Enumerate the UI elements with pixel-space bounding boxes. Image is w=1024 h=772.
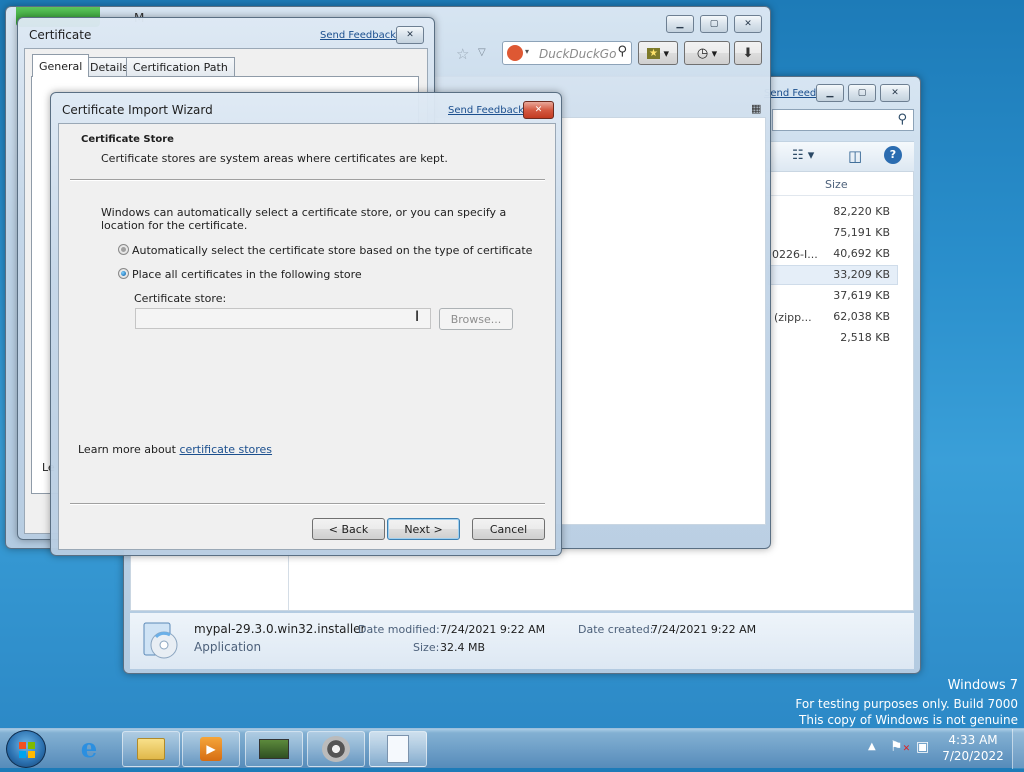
tab-general[interactable]: General [32,54,90,77]
taskbar-media-player[interactable]: ▶ [182,731,240,767]
details-type: Application [194,640,262,654]
text-cursor-icon: I [415,309,420,325]
preview-pane-icon[interactable]: ◫ [848,147,862,165]
file-size-cell: 62,038 KB [833,310,890,323]
taskbar-ie[interactable]: e [60,731,118,767]
learn-more-text: Learn more about certificate stores [78,443,272,456]
auto-select-store-radio[interactable] [118,244,129,255]
wizard-close-button[interactable]: ✕ [523,101,554,119]
search-icon: ⚲ [897,112,907,127]
back-button[interactable]: < Back [312,518,385,540]
details-size-label: Size: [413,641,440,654]
taskbar-certificate[interactable] [369,731,427,767]
learn-more-prefix: Learn more about [78,443,180,456]
taskbar-network-app[interactable] [245,731,303,767]
start-button[interactable] [6,730,46,768]
explorer-minimize-button[interactable]: ▁ [816,84,844,102]
raccoon-icon [322,736,350,762]
wizard-client: Certificate Store Certificate stores are… [58,123,556,550]
history-clock-icon: ◷ [696,45,709,61]
wizard-title: Certificate Import Wizard [62,103,213,117]
network-icon[interactable]: ▣ [916,739,929,755]
media-player-icon: ▶ [200,737,222,761]
footer-divider [70,503,545,505]
watermark-line-1: Windows 7 [947,678,1018,693]
internet-explorer-icon: e [80,734,98,764]
explorer-search-box[interactable]: ⚲ [772,109,914,131]
certificate-close-button[interactable]: ✕ [396,26,424,44]
search-engine-box[interactable]: ▾ DuckDuckGo ⚲ [502,41,632,65]
details-size-value: 32.4 MB [440,641,486,654]
browser-maximize-button[interactable]: ▢ [700,15,728,33]
file-size-cell: 40,692 KB [833,247,890,260]
file-size-cell: 2,518 KB [840,331,890,344]
details-modified-value: 7/24/2021 9:22 AM [440,623,546,636]
folder-icon [137,738,165,760]
wizard-heading: Certificate Store [81,134,174,145]
download-arrow-icon: ⬇ [742,45,754,61]
search-engine-dropdown-icon: ▾ [525,47,530,56]
views-icon[interactable]: ☷ ▾ [792,148,814,163]
action-center-flag-icon[interactable]: ⚑✕ [890,739,910,755]
help-icon[interactable]: ? [884,146,902,164]
details-created-label: Date created: [578,623,654,636]
partial-filename: (zipp... [774,311,812,324]
import-wizard-dialog: Certificate Import Wizard Send Feedback … [50,92,562,556]
header-divider [70,179,545,181]
tab-certification-path[interactable]: Certification Path [126,57,235,77]
next-button[interactable]: Next > [387,518,460,540]
certificate-stores-link[interactable]: certificate stores [179,443,272,456]
installer-icon [138,617,182,661]
show-hidden-icons-icon[interactable]: ▲ [868,741,876,752]
url-dropdown-icon[interactable]: ▽ [478,47,486,58]
explorer-maximize-button[interactable]: ▢ [848,84,876,102]
windows-logo-icon [19,742,35,758]
monitor-icon [259,739,289,759]
auto-select-store-label[interactable]: Automatically select the certificate sto… [132,244,532,257]
place-in-store-radio[interactable] [118,268,129,279]
file-size-cell: 37,619 KB [833,289,890,302]
explorer-details-pane: mypal-29.3.0.win32.installer Application… [130,613,914,669]
wizard-subheading: Certificate stores are system areas wher… [101,152,448,165]
document-icon [387,735,409,763]
watermark-line-2: For testing purposes only. Build 7000 [795,697,1018,711]
file-size-cell: 33,209 KB [833,268,890,281]
details-modified-label: Date modified: [358,623,440,636]
partial-filename: 0226-I... [772,248,818,261]
clock-time: 4:33 AM [948,733,998,747]
cancel-button[interactable]: Cancel [472,518,545,540]
explorer-close-button[interactable]: ✕ [880,84,910,102]
place-in-store-label[interactable]: Place all certificates in the following … [132,268,362,281]
browse-button[interactable]: Browse... [439,308,513,330]
certificate-send-feedback-link[interactable]: Send Feedback [320,30,396,41]
tab-overflow-icon[interactable]: ▦ [751,102,761,115]
bookmark-star-icon[interactable]: ☆ [456,45,469,63]
size-column-header[interactable]: Size [825,178,848,191]
watermark-line-3: This copy of Windows is not genuine [799,713,1018,727]
search-engine-placeholder: DuckDuckGo [539,47,617,61]
browser-minimize-button[interactable]: ▁ [666,15,694,33]
taskbar-explorer[interactable] [122,731,180,767]
bookmarks-star-icon: ★ [647,47,660,59]
clock[interactable]: 4:33 AM 7/20/2022 [938,733,1008,763]
file-size-cell: 82,220 KB [833,205,890,218]
clock-date: 7/20/2022 [942,749,1004,763]
taskbar-raccoon-app[interactable] [307,731,365,767]
wizard-intro-text: Windows can automatically select a certi… [101,206,507,232]
bookmarks-button[interactable]: ★ ▾ [638,41,678,65]
certificate-store-field[interactable] [135,308,431,329]
certificate-title: Certificate [29,28,92,42]
show-desktop-button[interactable] [1012,729,1024,769]
search-go-icon: ⚲ [617,44,627,59]
certificate-store-label: Certificate store: [134,292,227,305]
browser-close-button[interactable]: ✕ [734,15,762,33]
details-created-value: 7/24/2021 9:22 AM [651,623,757,636]
file-size-cell: 75,191 KB [833,226,890,239]
downloads-button[interactable]: ⬇ [734,41,762,65]
taskbar: e ▶ ▲ ⚑✕ ▣ 4:33 AM 7/20/2022 [0,728,1024,769]
details-filename: mypal-29.3.0.win32.installer [194,622,366,636]
wizard-send-feedback-link[interactable]: Send Feedback [448,105,524,116]
history-button[interactable]: ◷ ▾ [684,41,730,65]
duckduckgo-icon [507,45,523,61]
